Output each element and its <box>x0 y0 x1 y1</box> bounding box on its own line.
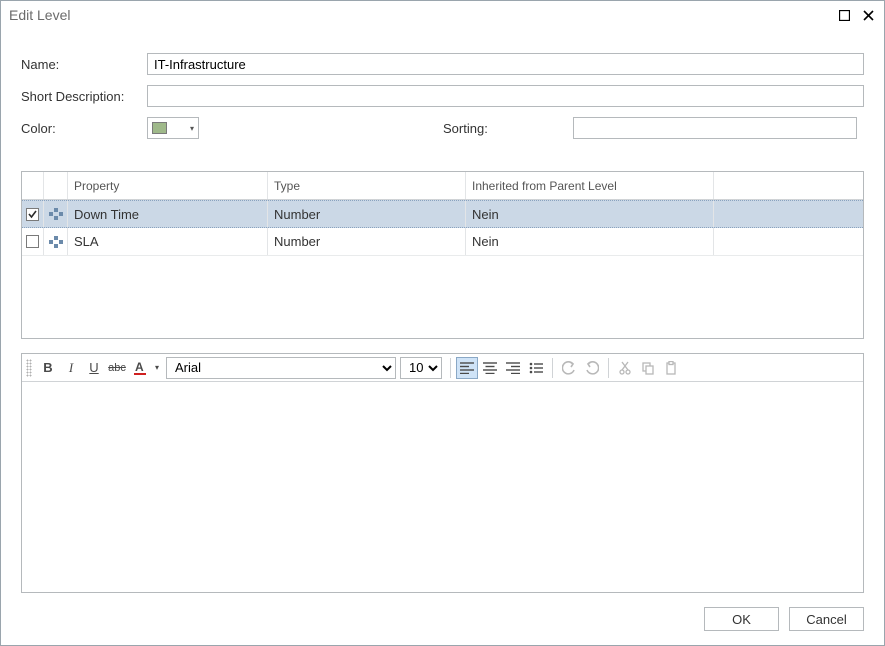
redo-button[interactable] <box>581 357 603 379</box>
row-checkbox[interactable] <box>26 208 39 221</box>
property-icon <box>44 228 68 255</box>
name-row: Name: <box>21 53 864 75</box>
name-label: Name: <box>21 57 147 72</box>
cancel-button[interactable]: Cancel <box>789 607 864 631</box>
toolbar-separator <box>450 358 451 378</box>
font-color-dropdown[interactable]: ▾ <box>152 357 162 379</box>
header-inherited[interactable]: Inherited from Parent Level <box>466 172 714 199</box>
table-row[interactable]: Down TimeNumberNein <box>22 200 863 228</box>
cell-property: SLA <box>68 228 268 255</box>
font-family-select[interactable]: Arial <box>166 357 396 379</box>
table-header: Property Type Inherited from Parent Leve… <box>22 172 863 200</box>
italic-button[interactable]: I <box>60 357 82 379</box>
row-checkbox-cell <box>22 228 44 255</box>
cell-spacer <box>714 228 863 255</box>
header-property[interactable]: Property <box>68 172 268 199</box>
strike-button[interactable]: abc <box>106 357 128 379</box>
header-icon <box>44 172 68 199</box>
cell-type: Number <box>268 201 466 227</box>
sorting-label: Sorting: <box>443 121 573 136</box>
content: Name: Short Description: Color: ▾ Sortin… <box>1 29 884 645</box>
undo-button[interactable] <box>558 357 580 379</box>
cell-property: Down Time <box>68 201 268 227</box>
table-body: Down TimeNumberNeinSLANumberNein <box>22 200 863 256</box>
titlebar: Edit Level <box>1 1 884 29</box>
footer: OK Cancel <box>21 607 864 631</box>
edit-level-dialog: Edit Level Name: Short Description: Colo… <box>0 0 885 646</box>
color-sort-row: Color: ▾ Sorting: <box>21 117 864 139</box>
color-label: Color: <box>21 121 147 136</box>
window-title: Edit Level <box>9 7 830 23</box>
table-row[interactable]: SLANumberNein <box>22 228 863 256</box>
ok-button[interactable]: OK <box>704 607 779 631</box>
short-desc-input[interactable] <box>147 85 864 107</box>
align-right-button[interactable] <box>502 357 524 379</box>
property-icon <box>44 201 68 227</box>
rich-text-editor: B I U abc A ▾ Arial 10 <box>21 353 864 593</box>
maximize-button[interactable] <box>834 5 854 25</box>
bullet-list-button[interactable] <box>525 357 547 379</box>
chevron-down-icon: ▾ <box>190 124 194 133</box>
svg-text:A: A <box>135 360 144 374</box>
header-spacer <box>714 172 863 199</box>
cut-button[interactable] <box>614 357 636 379</box>
close-button[interactable] <box>858 5 878 25</box>
row-checkbox[interactable] <box>26 235 39 248</box>
short-desc-row: Short Description: <box>21 85 864 107</box>
align-left-button[interactable] <box>456 357 478 379</box>
sorting-input[interactable] <box>573 117 857 139</box>
cell-spacer <box>714 201 863 227</box>
cell-type: Number <box>268 228 466 255</box>
header-check <box>22 172 44 199</box>
toolbar-separator <box>608 358 609 378</box>
properties-table: Property Type Inherited from Parent Leve… <box>21 171 864 339</box>
toolbar-separator <box>552 358 553 378</box>
row-checkbox-cell <box>22 201 44 227</box>
copy-button[interactable] <box>637 357 659 379</box>
font-color-button[interactable]: A <box>129 357 151 379</box>
cell-inherited: Nein <box>466 201 714 227</box>
color-swatch <box>152 122 167 134</box>
short-desc-label: Short Description: <box>21 89 147 104</box>
paste-button[interactable] <box>660 357 682 379</box>
font-size-select[interactable]: 10 <box>400 357 442 379</box>
name-input[interactable] <box>147 53 864 75</box>
color-picker[interactable]: ▾ <box>147 117 199 139</box>
bold-button[interactable]: B <box>37 357 59 379</box>
header-type[interactable]: Type <box>268 172 466 199</box>
underline-button[interactable]: U <box>83 357 105 379</box>
editor-body[interactable] <box>22 382 863 592</box>
editor-toolbar: B I U abc A ▾ Arial 10 <box>22 354 863 382</box>
cell-inherited: Nein <box>466 228 714 255</box>
align-center-button[interactable] <box>479 357 501 379</box>
toolbar-grip <box>26 359 32 377</box>
